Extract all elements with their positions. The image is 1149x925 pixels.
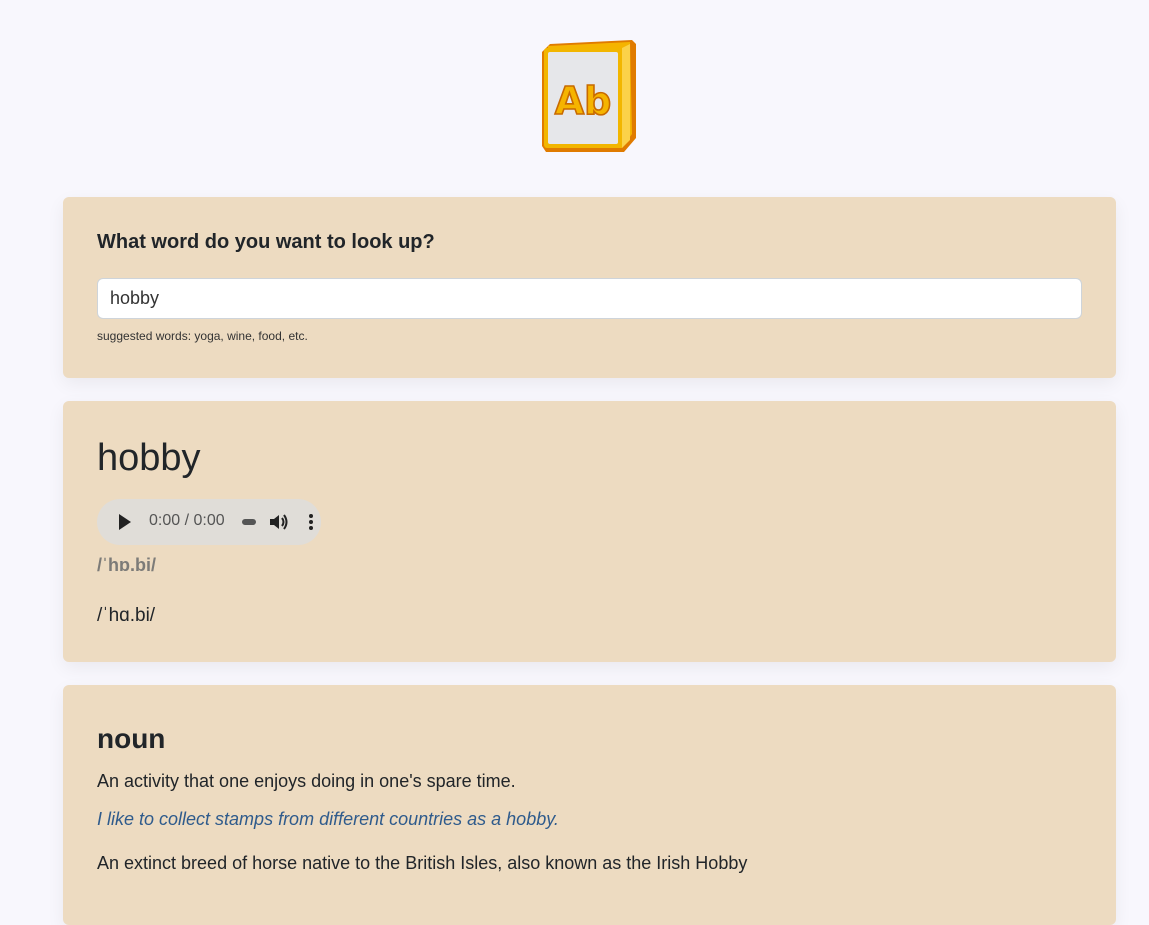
phonetic-primary: /ˈhɒ.bi/ [97, 555, 156, 575]
app-logo: Ab [540, 38, 640, 154]
audio-progress-bar[interactable] [242, 519, 256, 525]
svg-text:Ab: Ab [555, 79, 612, 123]
definition-item: An activity that one enjoys doing in one… [97, 771, 516, 791]
part-of-speech: noun [97, 723, 166, 754]
word-title: hobby [97, 437, 201, 479]
play-icon[interactable] [119, 514, 131, 530]
word-search-input[interactable] [97, 278, 1082, 319]
definition-item: An extinct breed of horse native to the … [97, 853, 748, 873]
dictionary-book-icon: Ab [542, 40, 636, 152]
audio-time: 0:00 / 0:00 [149, 512, 225, 529]
search-hint: suggested words: yoga, wine, food, etc. [97, 329, 308, 343]
word-card: hobby 0:00 / 0:00 /ˈhɒ.bi/ /ˈhɑ.bi/ [63, 401, 1116, 662]
search-label: What word do you want to look up? [97, 231, 435, 253]
definition-card: noun An activity that one enjoys doing i… [63, 685, 1116, 925]
search-card: What word do you want to look up? sugges… [63, 197, 1116, 378]
volume-icon[interactable] [268, 512, 290, 532]
more-options-icon[interactable] [307, 512, 315, 532]
definition-example: I like to collect stamps from different … [97, 809, 559, 829]
pronunciation-audio-player[interactable]: 0:00 / 0:00 [97, 499, 321, 545]
phonetic-secondary: /ˈhɑ.bi/ [97, 605, 156, 626]
